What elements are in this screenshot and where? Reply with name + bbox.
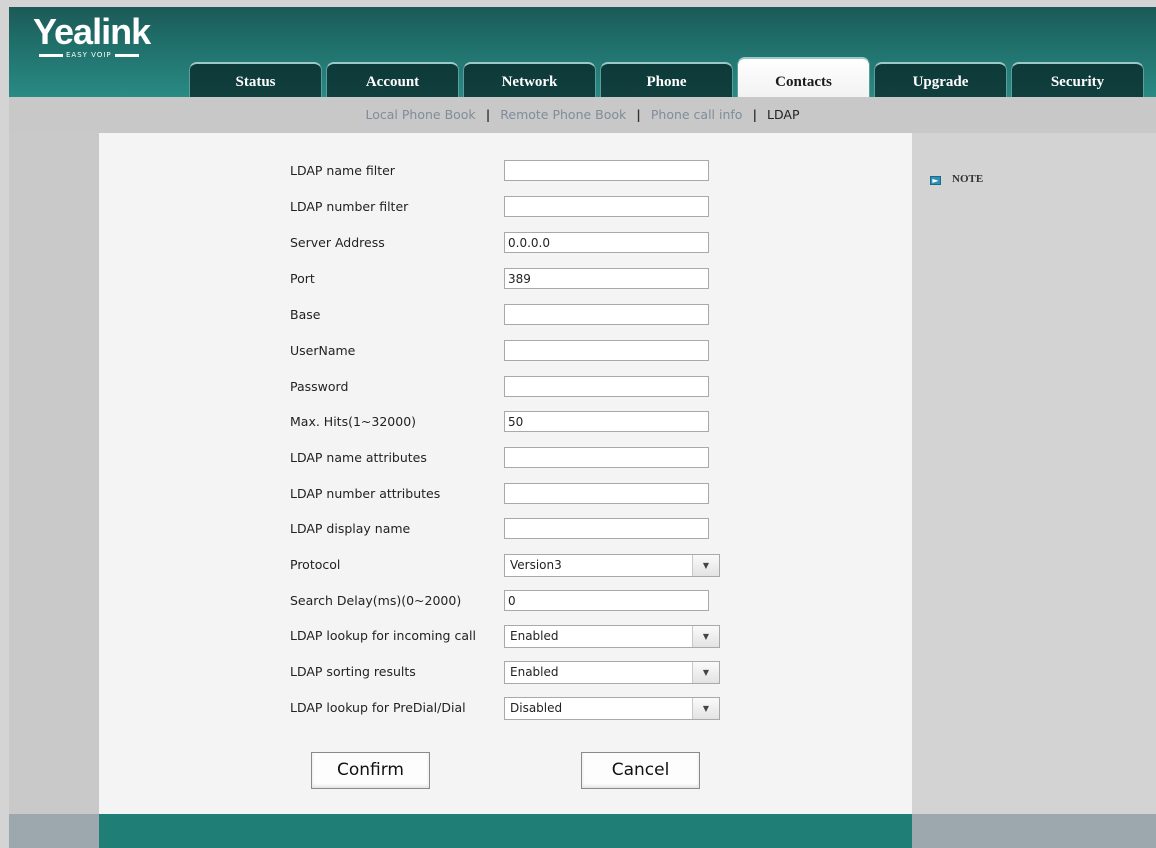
header-bar: Yealink EASY VOIP Status Account Network… [9, 7, 1156, 97]
tab-security[interactable]: Security [1011, 62, 1144, 97]
password-input[interactable] [504, 376, 709, 397]
footer-right [912, 814, 1156, 848]
dropdown-arrow-icon[interactable]: ▼ [692, 698, 719, 719]
yealink-logo: Yealink EASY VOIP [33, 11, 151, 59]
select-value: Enabled [510, 629, 559, 643]
footer-bar [99, 814, 912, 848]
sub-navigation: Local Phone Book | Remote Phone Book | Phone… [9, 97, 1156, 133]
logo-text: Yealink [33, 11, 151, 52]
note-label: NOTE [952, 173, 984, 185]
field-label: Protocol [290, 557, 341, 572]
subnav-ldap[interactable]: LDAP [767, 107, 799, 122]
tab-contacts[interactable]: Contacts [737, 57, 870, 97]
form-row-server-address: Server Address [290, 232, 730, 256]
field-label: LDAP lookup for incoming call [290, 628, 476, 643]
select-value: Version3 [510, 558, 562, 572]
lookup-incoming-select[interactable]: Enabled ▼ [504, 625, 720, 648]
field-label: Server Address [290, 235, 385, 250]
field-label: LDAP name attributes [290, 450, 427, 465]
subnav-separator: | [636, 107, 641, 122]
form-row-sorting-results: LDAP sorting results Enabled ▼ [290, 661, 730, 685]
select-value: Enabled [510, 665, 559, 679]
form-row-username: UserName [290, 340, 730, 364]
note-arrow-icon: ► [930, 176, 941, 185]
server-address-input[interactable] [504, 232, 709, 253]
tab-phone[interactable]: Phone [600, 62, 733, 97]
form-row-ldap-number-attributes: LDAP number attributes [290, 483, 730, 507]
form-row-protocol: Protocol Version3 ▼ [290, 554, 730, 578]
field-label: Max. Hits(1~32000) [290, 414, 417, 429]
dropdown-arrow-icon[interactable]: ▼ [692, 555, 719, 576]
form-row-base: Base [290, 304, 730, 328]
form-row-lookup-incoming: LDAP lookup for incoming call Enabled ▼ [290, 625, 730, 649]
form-row-port: Port [290, 268, 730, 292]
cancel-button[interactable]: Cancel [581, 752, 700, 789]
field-label: LDAP number filter [290, 199, 409, 214]
field-label: UserName [290, 343, 356, 358]
select-value: Disabled [510, 701, 563, 715]
form-row-ldap-name-filter: LDAP name filter [290, 160, 730, 184]
subnav-separator: | [752, 107, 758, 122]
tab-upgrade[interactable]: Upgrade [874, 62, 1007, 97]
port-input[interactable] [504, 268, 709, 289]
ldap-number-filter-input[interactable] [504, 196, 709, 217]
dropdown-arrow-icon[interactable]: ▼ [692, 662, 719, 683]
lookup-predial-select[interactable]: Disabled ▼ [504, 697, 720, 720]
field-label: LDAP lookup for PreDial/Dial [290, 700, 466, 715]
sorting-results-select[interactable]: Enabled ▼ [504, 661, 720, 684]
ldap-number-attributes-input[interactable] [504, 483, 709, 504]
confirm-button[interactable]: Confirm [311, 752, 430, 789]
subnav-remote-phone-book[interactable]: Remote Phone Book [500, 107, 626, 122]
form-row-lookup-predial: LDAP lookup for PreDial/Dial Disabled ▼ [290, 697, 730, 721]
form-row-ldap-name-attributes: LDAP name attributes [290, 447, 730, 471]
main-tabs: Status Account Network Phone Contacts Up… [189, 57, 1148, 97]
field-label: LDAP name filter [290, 163, 395, 178]
subnav-separator: | [485, 107, 491, 122]
form-row-search-delay: Search Delay(ms)(0~2000) [290, 590, 730, 614]
username-input[interactable] [504, 340, 709, 361]
form-row-ldap-number-filter: LDAP number filter [290, 196, 730, 220]
protocol-select[interactable]: Version3 ▼ [504, 554, 720, 577]
form-row-password: Password [290, 376, 730, 400]
ldap-display-name-input[interactable] [504, 518, 709, 539]
field-label: LDAP sorting results [290, 664, 416, 679]
tab-status[interactable]: Status [189, 62, 322, 97]
subnav-local-phone-book[interactable]: Local Phone Book [366, 107, 476, 122]
field-label: Search Delay(ms)(0~2000) [290, 593, 462, 608]
footer-left [9, 814, 99, 848]
field-label: Port [290, 271, 315, 286]
form-row-max-hits: Max. Hits(1~32000) [290, 411, 730, 435]
left-sidebar [9, 133, 99, 848]
ldap-name-filter-input[interactable] [504, 160, 709, 181]
tab-account[interactable]: Account [326, 62, 459, 97]
field-label: LDAP number attributes [290, 486, 441, 501]
field-label: Base [290, 307, 321, 322]
base-input[interactable] [504, 304, 709, 325]
search-delay-input[interactable] [504, 590, 709, 611]
dropdown-arrow-icon[interactable]: ▼ [692, 626, 719, 647]
note-panel: ► NOTE [912, 133, 1156, 814]
form-row-ldap-display-name: LDAP display name [290, 518, 730, 542]
ldap-name-attributes-input[interactable] [504, 447, 709, 468]
subnav-phone-call-info[interactable]: Phone call info [651, 107, 743, 122]
max-hits-input[interactable] [504, 411, 709, 432]
tab-network[interactable]: Network [463, 62, 596, 97]
field-label: LDAP display name [290, 521, 411, 536]
field-label: Password [290, 379, 349, 394]
